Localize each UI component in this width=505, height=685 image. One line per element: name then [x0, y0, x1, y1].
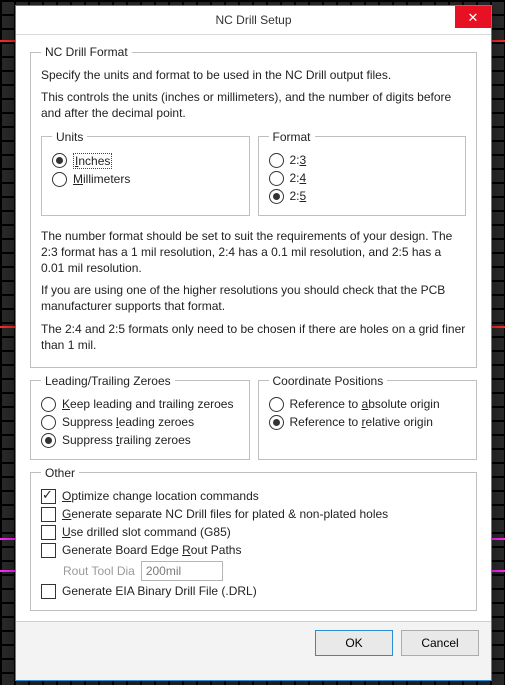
radio-icon — [269, 397, 284, 412]
radio-label-inches: Inches — [73, 153, 112, 169]
radio-label: Keep leading and trailing zeroes — [62, 397, 233, 411]
nc-drill-setup-dialog: NC Drill Setup ✕ NC Drill Format Specify… — [15, 5, 492, 681]
other-group: Other Optimize change location commands … — [30, 466, 477, 611]
radio-icon — [41, 397, 56, 412]
radio-inches[interactable]: Inches — [52, 153, 239, 169]
radio-icon — [41, 415, 56, 430]
check-optimize[interactable]: Optimize change location commands — [41, 489, 466, 504]
units-legend: Units — [52, 130, 87, 144]
radio-2-4[interactable]: 2:4 — [269, 171, 456, 186]
coord-positions-group: Coordinate Positions Reference to absolu… — [258, 374, 478, 460]
rout-tool-dia-input — [141, 561, 223, 581]
radio-label: Reference to absolute origin — [290, 397, 440, 411]
radio-absolute-origin[interactable]: Reference to absolute origin — [269, 397, 467, 412]
format-note-2: If you are using one of the higher resol… — [41, 282, 466, 314]
radio-suppress-leading[interactable]: Suppress leading zeroes — [41, 415, 239, 430]
radio-millimeters[interactable]: Millimeters — [52, 172, 239, 187]
radio-icon — [52, 172, 67, 187]
zeroes-legend: Leading/Trailing Zeroes — [41, 374, 175, 388]
radio-icon — [269, 415, 284, 430]
radio-label-2-3: 2:3 — [290, 153, 307, 167]
ok-button[interactable]: OK — [315, 630, 393, 656]
other-legend: Other — [41, 466, 79, 480]
radio-icon — [269, 189, 284, 204]
units-group: Units Inches Millimeters — [41, 130, 250, 216]
zeroes-group: Leading/Trailing Zeroes Keep leading and… — [30, 374, 250, 460]
checkbox-icon — [41, 489, 56, 504]
close-button[interactable]: ✕ — [455, 6, 491, 28]
check-label: Use drilled slot command (G85) — [62, 525, 231, 539]
format-sub-legend: Format — [269, 130, 315, 144]
radio-keep-zeroes[interactable]: Keep leading and trailing zeroes — [41, 397, 239, 412]
check-eia-binary[interactable]: Generate EIA Binary Drill File (.DRL) — [41, 584, 466, 599]
radio-label-2-5: 2:5 — [290, 189, 307, 203]
check-label: Generate EIA Binary Drill File (.DRL) — [62, 584, 257, 598]
dialog-button-row: OK Cancel — [16, 621, 491, 680]
format-desc: This controls the units (inches or milli… — [41, 89, 466, 121]
radio-label: Suppress trailing zeroes — [62, 433, 191, 447]
checkbox-icon — [41, 584, 56, 599]
format-legend: NC Drill Format — [41, 45, 132, 59]
button-label: Cancel — [421, 636, 458, 650]
rout-tool-dia-row: Rout Tool Dia — [63, 561, 466, 581]
format-intro: Specify the units and format to be used … — [41, 67, 466, 83]
rout-tool-dia-label: Rout Tool Dia — [63, 564, 135, 578]
radio-suppress-trailing[interactable]: Suppress trailing zeroes — [41, 433, 239, 448]
radio-2-3[interactable]: 2:3 — [269, 153, 456, 168]
checkbox-icon — [41, 543, 56, 558]
radio-label-2-4: 2:4 — [290, 171, 307, 185]
radio-2-5[interactable]: 2:5 — [269, 189, 456, 204]
radio-label-millimeters: Millimeters — [73, 172, 130, 186]
radio-icon — [52, 153, 67, 168]
format-subgroup: Format 2:3 2:4 2:5 — [258, 130, 467, 216]
dialog-body: NC Drill Format Specify the units and fo… — [16, 35, 491, 621]
radio-icon — [269, 171, 284, 186]
check-rout-paths[interactable]: Generate Board Edge Rout Paths — [41, 543, 466, 558]
button-label: OK — [345, 636, 362, 650]
checkbox-icon — [41, 507, 56, 522]
checkbox-icon — [41, 525, 56, 540]
radio-label: Suppress leading zeroes — [62, 415, 194, 429]
radio-label: Reference to relative origin — [290, 415, 433, 429]
radio-icon — [41, 433, 56, 448]
check-label: Optimize change location commands — [62, 489, 259, 503]
nc-drill-format-group: NC Drill Format Specify the units and fo… — [30, 45, 477, 368]
coord-legend: Coordinate Positions — [269, 374, 388, 388]
titlebar: NC Drill Setup ✕ — [16, 6, 491, 35]
format-note-3: The 2:4 and 2:5 formats only need to be … — [41, 321, 466, 353]
radio-relative-origin[interactable]: Reference to relative origin — [269, 415, 467, 430]
check-label: Generate Board Edge Rout Paths — [62, 543, 241, 557]
window-title: NC Drill Setup — [16, 13, 491, 27]
check-separate-files[interactable]: Generate separate NC Drill files for pla… — [41, 507, 466, 522]
radio-icon — [269, 153, 284, 168]
check-g85[interactable]: Use drilled slot command (G85) — [41, 525, 466, 540]
cancel-button[interactable]: Cancel — [401, 630, 479, 656]
check-label: Generate separate NC Drill files for pla… — [62, 507, 388, 521]
format-note-1: The number format should be set to suit … — [41, 228, 466, 277]
close-icon: ✕ — [468, 11, 479, 24]
